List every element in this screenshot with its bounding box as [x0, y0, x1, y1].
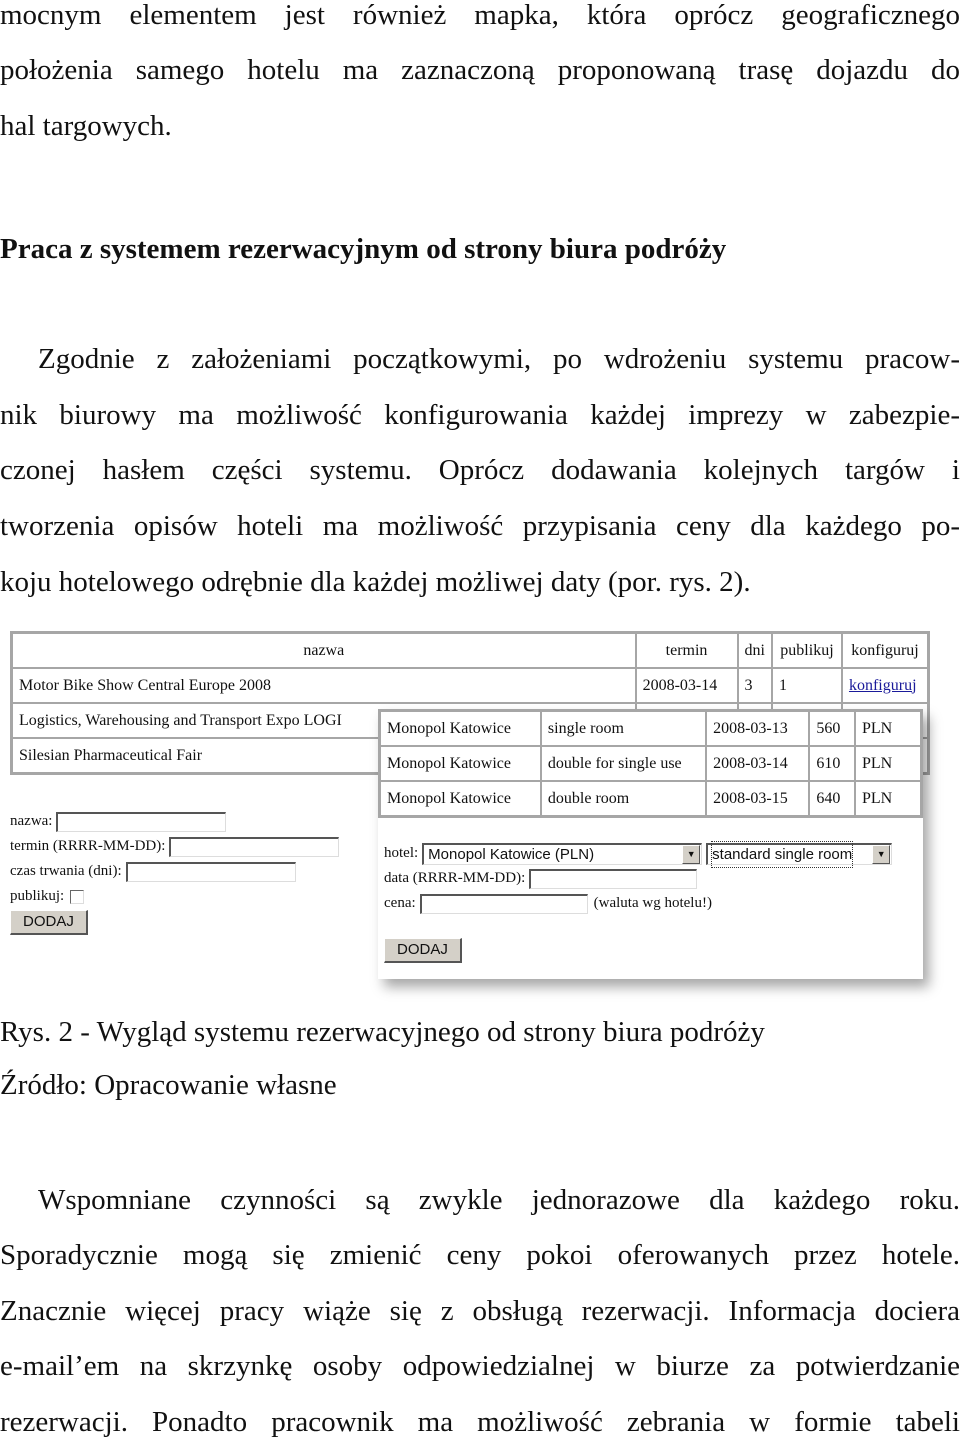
nazwa-input[interactable]	[56, 811, 227, 832]
table-row: Monopol Katowice single room 2008-03-13 …	[380, 711, 921, 746]
nazwa-label: nazwa:	[10, 813, 53, 829]
termin-input[interactable]	[169, 836, 340, 857]
publikuj-label: publikuj:	[10, 888, 65, 904]
table-row: Motor Bike Show Central Europe 2008 2008…	[12, 668, 928, 703]
column-header-termin: termin	[635, 633, 738, 668]
event-name: Motor Bike Show Central Europe 2008	[12, 668, 636, 703]
room-type-select-value: standard single room	[711, 840, 854, 868]
price-value: 560	[809, 711, 855, 746]
room-type-select[interactable]: standard single room ▼	[706, 840, 893, 868]
room-type: double room	[540, 781, 707, 816]
table-row: Monopol Katowice double for single use 2…	[380, 746, 921, 781]
text-line: hal targowych.	[0, 110, 172, 142]
data-label: data (RRRR-MM-DD):	[384, 870, 526, 886]
text-line: położenia samego hotelu ma zaznaczoną pr…	[0, 54, 960, 86]
room-type: single room	[540, 711, 707, 746]
hotel-name: Monopol Katowice	[380, 711, 541, 746]
hotel-prices-panel: Monopol Katowice single room 2008-03-13 …	[378, 709, 923, 979]
czas-trwania-label: czas trwania (dni):	[10, 863, 122, 879]
price-value: 640	[809, 781, 855, 816]
publikuj-checkbox[interactable]	[70, 889, 85, 904]
event-date: 2008-03-14	[635, 668, 738, 703]
prices-table: Monopol Katowice single room 2008-03-13 …	[378, 709, 923, 818]
dropdown-arrow-icon[interactable]: ▼	[872, 844, 891, 864]
configure-cell: konfiguruj	[841, 668, 928, 703]
termin-label: termin (RRRR-MM-DD):	[10, 838, 166, 854]
text-line: Sporadycznie mogą się zmienić ceny pokoi…	[0, 1239, 960, 1271]
event-publish: 1	[771, 668, 842, 703]
text-line: tworzenia opisów hoteli ma możliwość prz…	[0, 510, 960, 542]
price-value: 610	[809, 746, 855, 781]
hotel-label: hotel:	[384, 845, 419, 861]
text-line: e-mail’em na skrzynkę osoby odpowiedzial…	[0, 1350, 960, 1382]
table-header-row: nazwa termin dni publikuj konfiguruj	[12, 633, 928, 668]
text-line: rezerwacji. Ponadto pracownik ma możliwo…	[0, 1406, 960, 1438]
cena-input[interactable]	[419, 893, 588, 914]
room-type: double for single use	[540, 746, 707, 781]
hotel-select-value: Monopol Katowice (PLN)	[428, 845, 595, 863]
price-currency: PLN	[855, 781, 921, 816]
event-form: nazwa: termin (RRRR-MM-DD): czas trwania…	[10, 809, 340, 935]
text-line: mocnym elementem jest również mapka, któ…	[0, 0, 960, 31]
configure-link[interactable]: konfiguruj	[849, 677, 917, 694]
figure-screenshot: nazwa termin dni publikuj konfiguruj Mot…	[0, 625, 960, 1000]
text-line: nik biurowy ma możliwość konfigurowania …	[0, 399, 960, 431]
column-header-dni: dni	[737, 633, 772, 668]
price-currency: PLN	[855, 711, 921, 746]
cena-label: cena:	[384, 895, 416, 911]
price-currency: PLN	[855, 746, 921, 781]
price-date: 2008-03-15	[706, 781, 810, 816]
text-line: koju hotelowego odrębnie dla każdej możl…	[0, 566, 751, 598]
column-header-konfiguruj: konfiguruj	[841, 633, 928, 668]
currency-note: (waluta wg hotelu!)	[593, 895, 712, 911]
text-line: Zgodnie z założeniami początkowymi, po w…	[38, 343, 960, 375]
text-line: Znacznie więcej pracy wiąże się z obsług…	[0, 1295, 960, 1327]
add-price-button[interactable]: DODAJ	[384, 938, 462, 963]
price-date: 2008-03-13	[706, 711, 810, 746]
price-form: hotel: Monopol Katowice (PLN) ▼ standard…	[384, 840, 893, 963]
hotel-name: Monopol Katowice	[380, 746, 541, 781]
event-days: 3	[737, 668, 772, 703]
column-header-publikuj: publikuj	[771, 633, 842, 668]
add-event-button[interactable]: DODAJ	[10, 910, 88, 935]
data-input[interactable]	[529, 868, 698, 889]
hotel-select[interactable]: Monopol Katowice (PLN) ▼	[422, 842, 703, 865]
hotel-name: Monopol Katowice	[380, 781, 541, 816]
table-row: Monopol Katowice double room 2008-03-15 …	[380, 781, 921, 816]
text-line: Wspomniane czynności są zwykle jednorazo…	[38, 1184, 960, 1216]
dropdown-arrow-icon[interactable]: ▼	[682, 844, 701, 864]
czas-trwania-input[interactable]	[125, 861, 296, 882]
figure-source: Źródło: Opracowanie własne	[0, 1069, 337, 1101]
column-header-nazwa: nazwa	[12, 633, 636, 668]
figure-caption: Rys. 2 - Wygląd systemu rezerwacyjnego o…	[0, 1016, 765, 1048]
price-date: 2008-03-14	[706, 746, 810, 781]
section-heading: Praca z systemem rezerwacyjnym od strony…	[0, 233, 727, 265]
text-line: czonej hasłem części systemu. Oprócz dod…	[0, 454, 960, 486]
